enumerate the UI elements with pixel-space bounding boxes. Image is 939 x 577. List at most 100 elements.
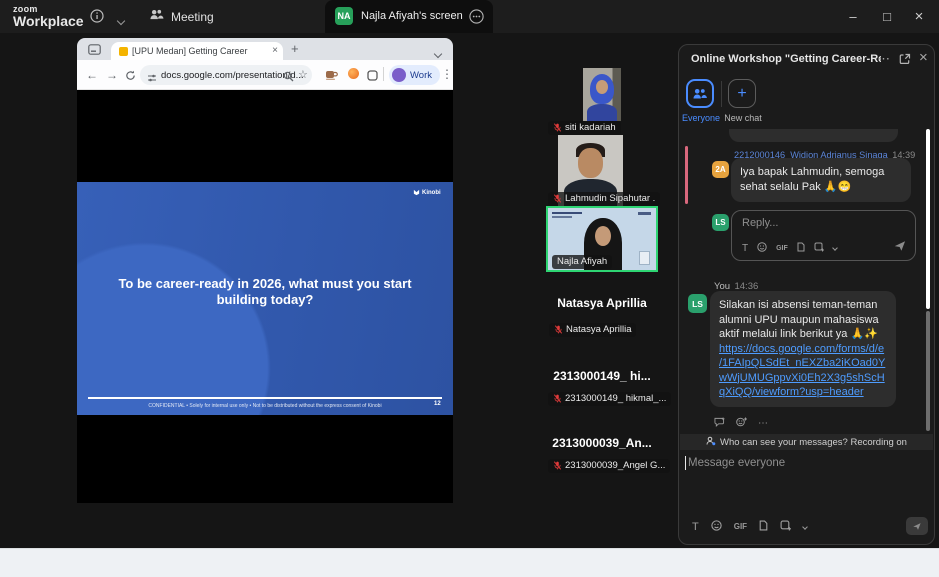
muted-mic-icon — [553, 194, 562, 203]
emoji-icon[interactable] — [757, 242, 767, 254]
chevron-down-icon[interactable] — [118, 12, 124, 27]
slide-footer-rule — [88, 397, 442, 399]
message-text: Silakan isi absensi teman-teman alumni U… — [719, 299, 879, 340]
file-icon[interactable] — [759, 520, 768, 533]
bookmark-star-icon[interactable]: ☆ — [298, 68, 308, 81]
maximize-button[interactable]: □ — [871, 0, 903, 33]
extension-coffee-icon[interactable] — [325, 68, 338, 86]
slide-footer: CONFIDENTIAL • Solely for internal use o… — [77, 403, 453, 409]
privacy-person-icon — [706, 436, 716, 449]
shared-screen-browser: [UPU Medan] Getting Career × + ← → docs.… — [77, 38, 453, 503]
slide-page-number: 12 — [434, 401, 441, 407]
window-close-button[interactable]: × — [903, 0, 935, 33]
tabs-divider — [721, 81, 722, 107]
participant-label: siti kadariah — [548, 121, 621, 135]
text-caret — [685, 456, 686, 470]
chat-messages: 2212000146_Widion Adrianus Sinaga 14:39 … — [679, 129, 934, 434]
participant-label: Najla Afiyah — [552, 255, 612, 269]
participant-label: Natasya Aprillia — [549, 323, 636, 337]
presentation-slide: Kinobi To be career-ready in 2026, what … — [77, 182, 453, 415]
screen-tab-label: Najla Afiyah's screen — [361, 10, 463, 22]
popout-icon[interactable] — [899, 53, 911, 68]
tab-search-icon[interactable] — [88, 43, 101, 58]
zoom-level-icon[interactable] — [283, 69, 294, 87]
reply-send-icon[interactable] — [893, 239, 907, 258]
virtual-bg-text-line — [552, 212, 582, 214]
quote-reply-icon[interactable] — [714, 417, 725, 429]
tab-meeting[interactable]: Meeting — [149, 8, 214, 26]
meeting-tab-label: Meeting — [171, 10, 214, 24]
refresh-icon[interactable] — [125, 69, 136, 84]
gif-icon[interactable]: GIF — [776, 245, 788, 252]
more-options-chevron-icon[interactable] — [802, 524, 808, 530]
compose-area[interactable]: Message everyone T GIF — [679, 450, 934, 545]
minimize-button[interactable]: – — [837, 0, 869, 33]
kinobi-logo: Kinobi — [413, 189, 441, 196]
chat-scrollbar-thumb[interactable] — [926, 129, 930, 309]
screenshot-icon[interactable] — [814, 242, 824, 254]
zoom-workplace-window: zoom Workplace Meeting NA Najla Afiyah's… — [0, 0, 939, 577]
new-tab-icon[interactable]: + — [291, 41, 299, 56]
video-tile-najla-active-speaker[interactable]: Najla Afiyah — [546, 206, 658, 272]
participant-name: 2313000039_An... — [546, 436, 658, 450]
chat-more-icon[interactable]: ⋯ — [877, 51, 890, 67]
privacy-notice-bar[interactable]: Who can see your messages? Recording on — [680, 434, 933, 450]
video-tile-siti[interactable] — [583, 68, 621, 121]
send-button[interactable] — [906, 517, 928, 535]
address-bar[interactable]: docs.google.com/presentation/d... ☆ — [140, 65, 312, 85]
browser-tab-slides[interactable]: [UPU Medan] Getting Career × — [111, 42, 283, 60]
add-reaction-icon[interactable] — [736, 417, 747, 429]
compose-placeholder: Message everyone — [688, 457, 785, 469]
more-options-chevron-icon[interactable] — [832, 245, 838, 251]
siti-face-shape — [596, 80, 608, 94]
privacy-notice-text: Who can see your messages? Recording on — [720, 437, 907, 448]
muted-mic-icon — [553, 461, 562, 470]
file-icon[interactable] — [797, 242, 805, 254]
message-more-icon[interactable]: ⋯ — [758, 418, 768, 429]
browser-tab-title: [UPU Medan] Getting Career — [132, 46, 248, 56]
new-chat-button[interactable]: + — [728, 79, 756, 108]
format-text-icon[interactable]: T — [742, 243, 748, 254]
forward-icon[interactable]: → — [106, 68, 118, 82]
browser-toolbar: ← → docs.google.com/presentation/d... ☆ — [77, 60, 453, 90]
background-poster — [639, 251, 650, 265]
gif-icon[interactable]: GIF — [734, 522, 747, 531]
muted-mic-icon — [554, 325, 563, 334]
chat-scrollbar-track[interactable] — [926, 311, 930, 431]
format-text-icon[interactable]: T — [692, 521, 699, 533]
tab-everyone[interactable] — [686, 79, 714, 108]
site-settings-icon — [147, 70, 157, 88]
tab-najla-screen[interactable]: NA Najla Afiyah's screen — [325, 0, 493, 33]
back-icon[interactable]: ← — [86, 68, 98, 82]
taskbar: W zm Hari panas yang akan... — [0, 548, 939, 577]
muted-mic-icon — [553, 123, 562, 132]
reply-toolbar: T GIF — [742, 242, 837, 254]
info-icon[interactable] — [90, 9, 104, 26]
reply-box[interactable]: Reply... T GIF — [731, 210, 916, 261]
avatar-ls: LS — [712, 214, 729, 231]
new-chat-label: New chat — [721, 113, 765, 123]
profile-button[interactable]: Work — [389, 65, 440, 85]
chat-close-icon[interactable]: × — [919, 49, 928, 66]
najla-face-shape — [595, 226, 611, 246]
compose-toolbar: T GIF — [692, 520, 807, 533]
message-bubble: Iya bapak Lahmudin, semoga sehat selalu … — [731, 158, 911, 202]
tab-strip-chevron-icon[interactable] — [435, 45, 441, 60]
participant-label: 2313000149_ hikmal_... — [548, 392, 671, 406]
toolbar-divider — [383, 67, 384, 81]
emoji-icon[interactable] — [711, 520, 722, 533]
extension-box-icon[interactable] — [367, 68, 378, 86]
browser-tab-strip: [UPU Medan] Getting Career × + — [77, 38, 453, 60]
tab-more-icon[interactable] — [469, 9, 484, 27]
tab-close-icon[interactable]: × — [272, 45, 278, 56]
thread-indicator-line — [685, 146, 688, 204]
reply-placeholder: Reply... — [742, 217, 778, 229]
everyone-group-icon — [692, 87, 708, 101]
siti-body-shape — [587, 104, 617, 121]
participant-label: 2313000039_Angel G... — [548, 459, 670, 473]
screenshot-icon[interactable] — [780, 520, 791, 533]
browser-menu-icon[interactable]: ⋮ — [441, 67, 453, 81]
virtual-bg-text-line — [552, 216, 572, 218]
absensi-form-link[interactable]: https://docs.google.com/forms/d/e/1FAIpQ… — [719, 343, 885, 399]
extension-orange-icon[interactable] — [348, 68, 359, 79]
